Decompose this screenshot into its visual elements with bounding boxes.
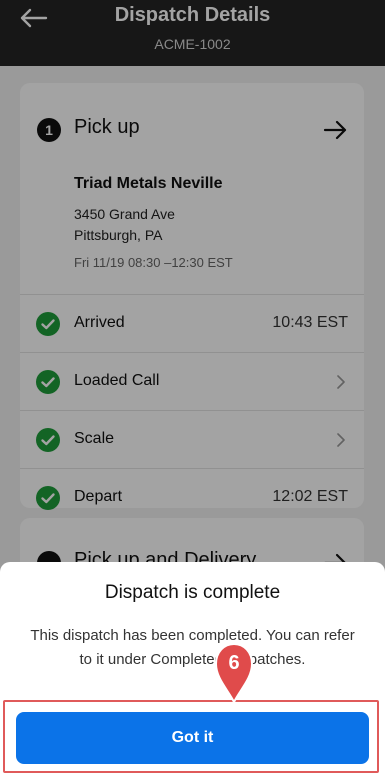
- sheet-title: Dispatch is complete: [104, 582, 281, 603]
- step-marker-number: 6: [228, 652, 240, 674]
- completion-sheet: Dispatch is complete This dispatch has b…: [0, 562, 385, 782]
- sheet-message: This dispatch has been completed. You ca…: [30, 627, 355, 668]
- got-it-button[interactable]: Got it: [16, 712, 369, 764]
